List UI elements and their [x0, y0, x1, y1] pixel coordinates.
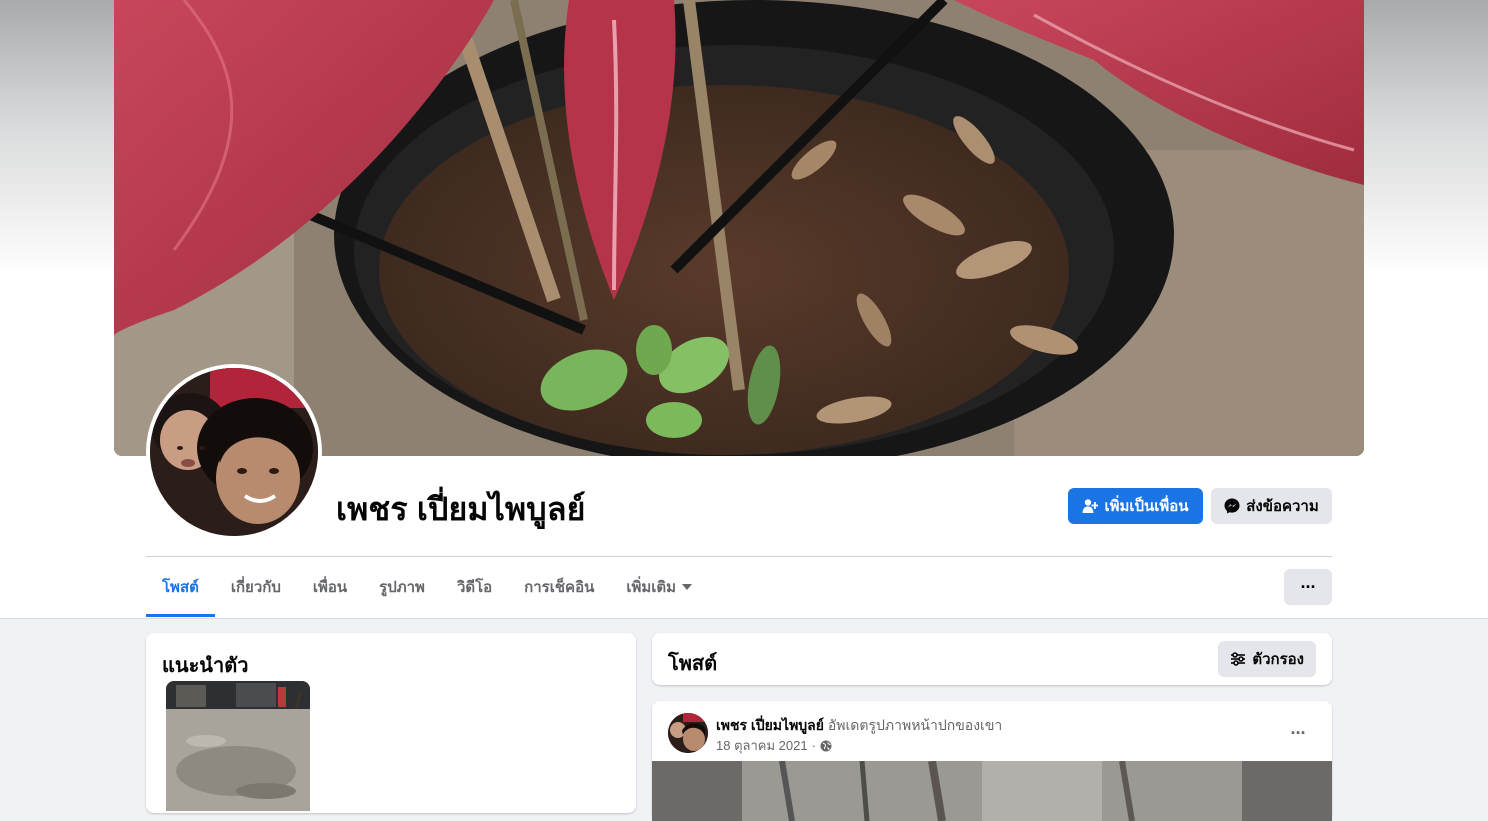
- add-friend-icon: [1082, 499, 1099, 513]
- filter-label: ตัวกรอง: [1252, 651, 1304, 668]
- post-author-avatar[interactable]: [668, 713, 708, 753]
- globe-icon: [820, 740, 832, 751]
- intro-title: แนะนำตัว: [162, 655, 249, 677]
- tab-about[interactable]: เกี่ยวกับ: [215, 557, 297, 617]
- add-friend-label: เพิ่มเป็นเพื่อน: [1104, 498, 1189, 515]
- post-cover-image[interactable]: [652, 761, 1332, 821]
- tab-photos[interactable]: รูปภาพ: [363, 557, 441, 617]
- profile-avatar-image: [150, 368, 318, 536]
- tab-videos[interactable]: วิดีโอ: [441, 557, 508, 617]
- tab-more-label: เพิ่มเติม: [626, 579, 677, 596]
- tab-videos-label: วิดีโอ: [456, 579, 493, 596]
- post-card: เพชร เปี่ยมไพบูลย์ อัพเดตรูปภาพหน้าปกของ…: [652, 701, 1332, 821]
- tab-posts-label: โพสต์: [162, 579, 199, 596]
- intro-featured-photo[interactable]: [166, 681, 310, 811]
- intro-card: แนะนำตัว: [146, 633, 636, 813]
- filter-icon: [1231, 652, 1246, 666]
- tab-friends-label: เพื่อน: [312, 579, 348, 596]
- post-more-dots-icon: ···: [1290, 722, 1307, 743]
- posts-header-card: โพสต์ ตัวกรอง: [652, 633, 1332, 685]
- post-date[interactable]: 18 ตุลาคม 2021: [716, 735, 808, 756]
- tab-checkins[interactable]: การเช็คอิน: [508, 557, 610, 617]
- messenger-icon: [1224, 498, 1240, 514]
- post-author-name[interactable]: เพชร เปี่ยมไพบูลย์: [716, 717, 824, 733]
- profile-more-button[interactable]: ···: [1284, 569, 1332, 605]
- tab-friends[interactable]: เพื่อน: [297, 557, 363, 617]
- post-meta-separator: ·: [811, 738, 816, 753]
- caret-down-icon: [682, 584, 693, 590]
- tab-about-label: เกี่ยวกับ: [230, 579, 281, 596]
- filter-button[interactable]: ตัวกรอง: [1218, 641, 1316, 677]
- profile-tabs: โพสต์ เกี่ยวกับ เพื่อน รูปภาพ วิดีโอ การ…: [146, 557, 708, 617]
- message-label: ส่งข้อความ: [1246, 498, 1319, 515]
- post-more-button[interactable]: ···: [1280, 715, 1316, 751]
- post-action-text: อัพเดตรูปภาพหน้าปกของเขา: [827, 717, 1003, 733]
- tab-checkins-label: การเช็คอิน: [524, 579, 595, 596]
- post-author-avatar-image: [668, 713, 708, 753]
- profile-avatar[interactable]: [150, 368, 318, 536]
- message-button[interactable]: ส่งข้อความ: [1211, 488, 1332, 524]
- post-cover-image-graphic: [652, 761, 1332, 821]
- tab-posts[interactable]: โพสต์: [146, 557, 215, 617]
- posts-title: โพสต์: [668, 653, 718, 675]
- tab-photos-label: รูปภาพ: [379, 579, 425, 596]
- cover-photo-image: [114, 0, 1364, 456]
- post-meta: 18 ตุลาคม 2021 ·: [716, 735, 832, 756]
- add-friend-button[interactable]: เพิ่มเป็นเพื่อน: [1068, 488, 1203, 524]
- cover-photo[interactable]: [114, 0, 1364, 456]
- tab-more[interactable]: เพิ่มเติม: [610, 557, 708, 617]
- profile-name: เพชร เปี่ยมไพบูลย์: [336, 491, 586, 527]
- post-header-text: เพชร เปี่ยมไพบูลย์ อัพเดตรูปภาพหน้าปกของ…: [716, 715, 1002, 737]
- more-dots-icon: ···: [1300, 576, 1317, 597]
- intro-photo-image: [166, 681, 310, 811]
